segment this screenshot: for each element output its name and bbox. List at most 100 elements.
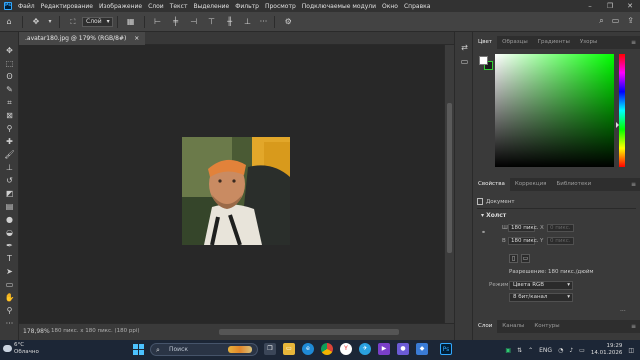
menu-window[interactable]: Окно [379, 3, 401, 10]
foreground-background-swatches[interactable] [479, 56, 493, 70]
close-tab-button[interactable]: × [134, 35, 139, 42]
tab-channels[interactable]: Каналы [497, 320, 529, 333]
align-left-icon[interactable]: ⊢ [151, 15, 165, 29]
panel-menu-icon[interactable]: ≡ [631, 320, 636, 333]
comments-panel-icon[interactable]: ▭ [459, 56, 470, 67]
eraser-tool-icon[interactable]: ◩ [2, 188, 17, 199]
menu-help[interactable]: Справка [401, 3, 433, 10]
document-tab[interactable]: .avatar180.jpg @ 179% (RGB/8#) × [19, 32, 146, 45]
menu-type[interactable]: Текст [167, 3, 191, 10]
taskbar-search[interactable]: ⌕ Поиск [150, 343, 258, 356]
quick-select-tool-icon[interactable]: ✎ [2, 84, 17, 95]
tab-libraries[interactable]: Библиотеки [551, 178, 596, 191]
menu-view[interactable]: Просмотр [262, 3, 299, 10]
notifications-icon[interactable]: ◫ [628, 347, 634, 354]
workspace-icon[interactable]: ▭ [612, 16, 620, 26]
wifi-icon[interactable]: ◔ [558, 347, 563, 354]
more-properties-icon[interactable]: ··· [620, 308, 626, 315]
auto-select-checkbox-icon[interactable]: ⛶ [66, 15, 80, 29]
weather-widget[interactable]: 6°C Облачно [14, 342, 39, 356]
tab-layers[interactable]: Слои [473, 320, 498, 333]
eyedropper-tool-icon[interactable]: ⚲ [2, 123, 17, 134]
move-tool-icon[interactable]: ✥ [2, 45, 17, 56]
type-tool-icon[interactable]: T [2, 253, 17, 264]
history-brush-tool-icon[interactable]: ↺ [2, 175, 17, 186]
hand-tool-icon[interactable]: ✋ [2, 292, 17, 303]
cloud-icon[interactable] [3, 345, 12, 352]
dodge-tool-icon[interactable]: ◒ [2, 227, 17, 238]
lasso-tool-icon[interactable]: ʘ [2, 71, 17, 82]
link-dimensions-icon[interactable]: ⚭ [481, 229, 486, 236]
menu-select[interactable]: Выделение [190, 3, 232, 10]
document-info[interactable]: 180 пикс. x 180 пикс. (180 ppi) [51, 328, 140, 334]
path-select-tool-icon[interactable]: ➤ [2, 266, 17, 277]
edge-browser-icon[interactable]: e [302, 343, 314, 355]
color-mode-dropdown[interactable]: Цвета RGB [509, 281, 573, 290]
brush-tool-icon[interactable]: 🖌 [2, 149, 17, 160]
transform-controls-icon[interactable]: ▦ [124, 15, 138, 29]
show-hidden-icons-icon[interactable]: ⌃ [528, 347, 533, 354]
align-right-icon[interactable]: ⊣ [187, 15, 201, 29]
menu-file[interactable]: Файл [15, 3, 38, 10]
foreground-color-swatch[interactable] [479, 56, 488, 65]
menu-layers[interactable]: Слои [145, 3, 167, 10]
portrait-orientation-icon[interactable]: ▯ [509, 254, 518, 263]
hue-slider[interactable] [619, 54, 625, 167]
y-field[interactable]: 0 пикс. [547, 237, 574, 245]
menu-image[interactable]: Изображение [96, 3, 145, 10]
horizontal-scrollbar[interactable] [219, 329, 399, 335]
zoom-tool-icon[interactable]: ⚲ [2, 305, 17, 316]
frame-tool-icon[interactable]: ⊠ [2, 110, 17, 121]
canvas-area[interactable] [19, 45, 444, 323]
share-icon[interactable]: ⇪ [627, 16, 634, 26]
tab-paths[interactable]: Контуры [529, 320, 564, 333]
panel-menu-icon[interactable]: ≡ [631, 178, 636, 191]
document-image[interactable] [182, 137, 290, 245]
chat-app-icon[interactable]: ● [397, 343, 409, 355]
maximize-button[interactable]: ❐ [600, 0, 620, 12]
x-field[interactable]: 0 пикс. [547, 224, 574, 232]
battery-icon[interactable]: ▭ [579, 347, 585, 354]
minimize-button[interactable]: – [580, 0, 600, 12]
chevron-down-icon[interactable]: ▾ [47, 15, 53, 29]
align-top-icon[interactable]: ⊤ [205, 15, 219, 29]
shape-tool-icon[interactable]: ▭ [2, 279, 17, 290]
hue-slider-handle[interactable] [616, 122, 619, 128]
more-options-icon[interactable]: ··· [260, 17, 268, 26]
healing-brush-tool-icon[interactable]: ✚ [2, 136, 17, 147]
vertical-scrollbar[interactable] [444, 45, 454, 323]
tab-patterns[interactable]: Узоры [575, 36, 602, 49]
more-tools-icon[interactable]: ··· [2, 318, 17, 329]
close-window-button[interactable]: ✕ [620, 0, 640, 12]
store-icon[interactable]: ◆ [416, 343, 428, 355]
stamp-tool-icon[interactable]: ⊥ [2, 162, 17, 173]
align-middle-icon[interactable]: ╫ [223, 15, 237, 29]
messenger-icon[interactable]: ✈ [359, 343, 371, 355]
chrome-browser-icon[interactable] [321, 343, 333, 355]
start-button[interactable] [133, 344, 144, 355]
menu-edit[interactable]: Редактирование [38, 3, 96, 10]
tab-swatches[interactable]: Образцы [497, 36, 533, 49]
color-picker-field[interactable] [495, 54, 614, 167]
history-panel-icon[interactable]: ⇄ [459, 42, 470, 53]
scrollbar-thumb[interactable] [447, 103, 452, 253]
language-indicator[interactable]: ENG [539, 347, 552, 354]
crop-tool-icon[interactable]: ⌗ [2, 97, 17, 108]
volume-icon[interactable]: ♪ [569, 347, 573, 354]
home-icon[interactable]: ⌂ [2, 15, 16, 29]
pen-tool-icon[interactable]: ✒ [2, 240, 17, 251]
blur-tool-icon[interactable]: ● [2, 214, 17, 225]
align-bottom-icon[interactable]: ⊥ [241, 15, 255, 29]
move-tool-icon[interactable]: ✥ [29, 15, 43, 29]
file-explorer-icon[interactable]: ▭ [283, 343, 295, 355]
tab-gradients[interactable]: Градиенты [533, 36, 575, 49]
media-player-icon[interactable]: ▶ [378, 343, 390, 355]
marquee-tool-icon[interactable]: ⬚ [2, 58, 17, 69]
clock[interactable]: 19:29 14.01.2026 [591, 343, 623, 357]
gradient-tool-icon[interactable]: ▤ [2, 201, 17, 212]
auto-select-dropdown[interactable]: Слой [82, 16, 113, 27]
landscape-orientation-icon[interactable]: ▭ [521, 254, 530, 263]
height-field[interactable]: 180 пикс. [508, 237, 539, 245]
network-monitor-icon[interactable]: ▣ [505, 347, 511, 354]
3d-mode-icon[interactable]: ⚙ [281, 15, 295, 29]
